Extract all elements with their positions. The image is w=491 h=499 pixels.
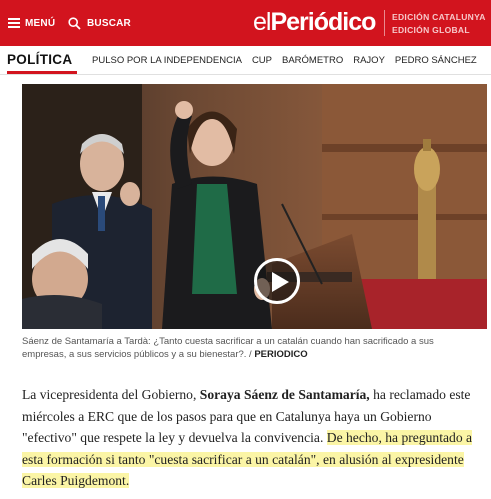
subnav-item-barometro[interactable]: BARÓMETRO — [282, 55, 343, 66]
subnav-item-pedro-sanchez[interactable]: PEDRO SÁNCHEZ — [395, 55, 477, 66]
article-highlight-name[interactable]: Soraya Sáenz de Santamaría, — [200, 387, 370, 402]
menu-button[interactable]: MENÚ — [8, 14, 55, 32]
video-player[interactable] — [22, 84, 487, 329]
hamburger-icon — [8, 18, 20, 28]
play-button[interactable] — [254, 258, 300, 304]
edition-switcher: EDICIÓN CATALUNYA EDICIÓN GLOBAL — [392, 12, 486, 35]
search-icon — [68, 16, 81, 30]
video-thumbnail — [22, 84, 487, 329]
logo-main: Periódico — [270, 8, 376, 36]
subnav-item-rajoy[interactable]: RAJOY — [353, 55, 385, 66]
caption-credit: PERIODICO — [254, 349, 308, 360]
divider — [384, 10, 385, 36]
section-nav: POLÍTICA PULSO POR LA INDEPENDENCIA CUP … — [0, 46, 491, 75]
photo-caption: Sáenz de Santamaría a Tardà: ¿Tanto cues… — [22, 335, 477, 361]
section-subnav: PULSO POR LA INDEPENDENCIA CUP BARÓMETRO… — [92, 55, 477, 66]
caption-text: Sáenz de Santamaría a Tardà: ¿Tanto cues… — [22, 336, 434, 360]
section-title[interactable]: POLÍTICA — [7, 52, 72, 67]
subnav-item-cup[interactable]: CUP — [252, 55, 272, 66]
site-logo[interactable]: elPeriódico — [253, 8, 376, 36]
section-underline — [7, 71, 77, 74]
menu-label: MENÚ — [25, 17, 56, 29]
search-label: BUSCAR — [87, 17, 131, 29]
search-button[interactable]: BUSCAR — [68, 14, 131, 32]
article-text: La vicepresidenta del Gobierno, — [22, 387, 200, 402]
play-icon — [272, 272, 289, 292]
edition-catalunya-link[interactable]: EDICIÓN CATALUNYA — [392, 12, 486, 22]
site-header: MENÚ BUSCAR elPeriódico EDICIÓN CATALUNY… — [0, 0, 491, 46]
logo-prefix: el — [253, 8, 271, 36]
article-body: La vicepresidenta del Gobierno, Soraya S… — [22, 384, 484, 492]
edition-global-link[interactable]: EDICIÓN GLOBAL — [392, 25, 486, 35]
subnav-item-independencia[interactable]: PULSO POR LA INDEPENDENCIA — [92, 55, 242, 66]
